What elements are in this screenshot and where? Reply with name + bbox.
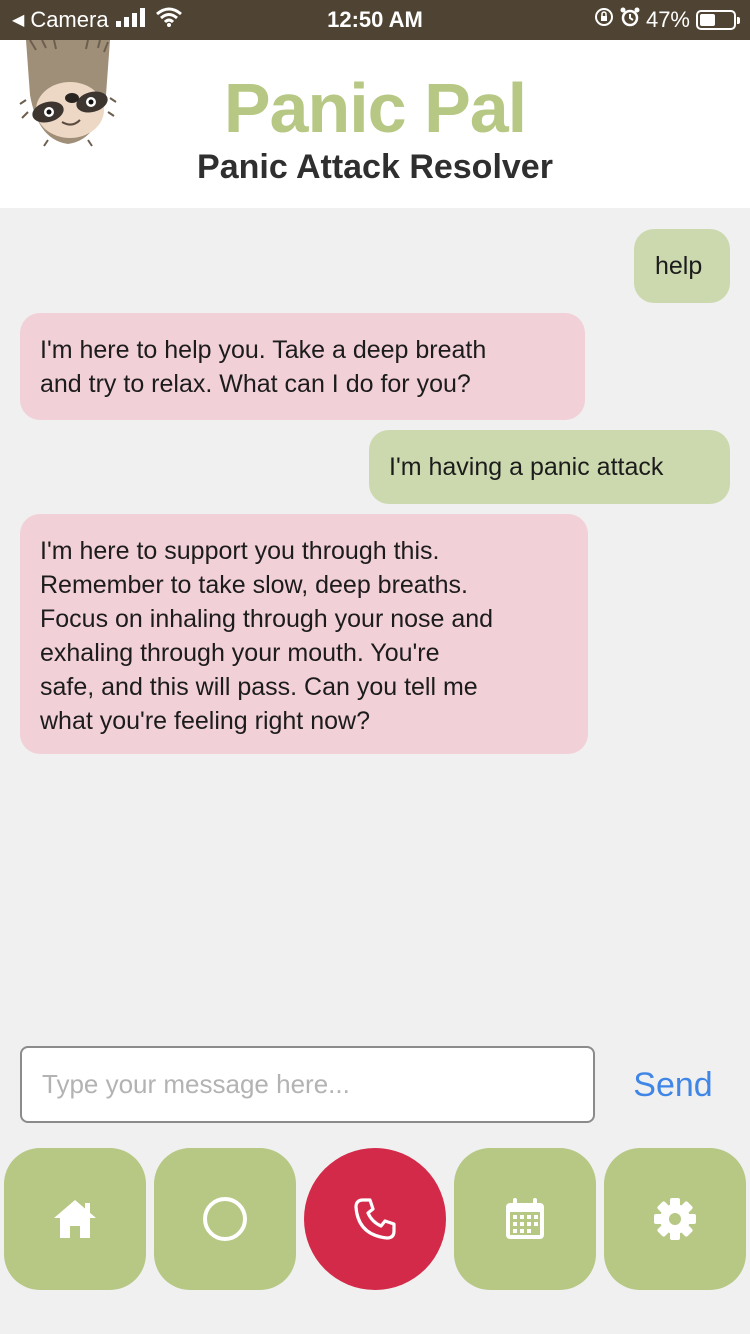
nav-call-button[interactable] [304,1148,446,1290]
gear-icon [654,1198,696,1240]
alarm-icon [620,7,640,33]
home-icon [54,1200,96,1238]
nav-calendar-button[interactable] [454,1148,596,1290]
battery-icon [696,10,740,30]
message-input[interactable] [20,1046,595,1123]
user-message: help [634,229,730,303]
orientation-lock-icon [594,7,614,33]
app-subtitle: Panic Attack Resolver [197,148,553,186]
bot-message: I'm here to help you. Take a deep breath… [20,313,585,420]
circle-icon [203,1197,247,1241]
app-screen: ◀ Camera 12:50 AM 47% Panic Pal Panic At… [0,0,750,1334]
battery-level [700,14,715,26]
status-bar: ◀ Camera 12:50 AM 47% [0,0,750,40]
phone-icon [354,1198,396,1240]
bot-message: I'm here to support you through this. Re… [20,514,588,754]
chat-area[interactable]: help I'm here to help you. Take a deep b… [0,208,750,1038]
nav-settings-button[interactable] [604,1148,746,1290]
app-title: Panic Pal [223,69,527,147]
battery-percent: 47% [645,7,690,32]
status-bar-right: 47% [594,7,740,33]
nav-home-button[interactable] [4,1148,146,1290]
calendar-icon [506,1198,544,1239]
app-header: Panic Pal Panic Attack Resolver [0,40,750,208]
send-button[interactable]: Send [614,1060,732,1110]
user-message: I'm having a panic attack [369,430,730,504]
nav-breathe-button[interactable] [154,1148,296,1290]
